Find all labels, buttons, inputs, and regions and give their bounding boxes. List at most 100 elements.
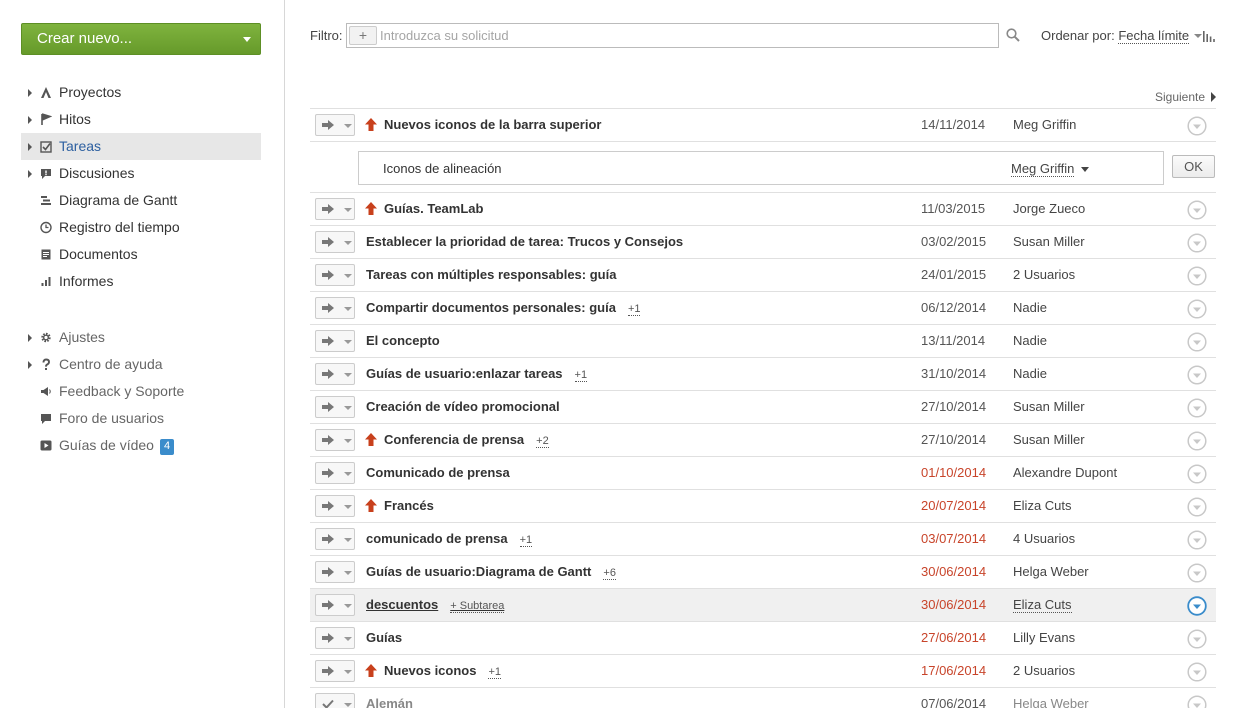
task-responsible[interactable]: Eliza Cuts xyxy=(1013,597,1072,613)
task-action-button[interactable] xyxy=(315,528,355,550)
task-title[interactable]: Establecer la prioridad de tarea: Trucos… xyxy=(366,234,683,249)
task-row[interactable]: Guías 27/06/2014 Lilly Evans xyxy=(310,621,1216,654)
task-row[interactable]: Francés 20/07/2014 Eliza Cuts xyxy=(310,489,1216,522)
chevron-down-icon[interactable] xyxy=(344,241,352,245)
sidebar-item-discussions[interactable]: Discusiones xyxy=(21,160,261,187)
task-title[interactable]: Nuevos iconos de la barra superior xyxy=(384,117,601,132)
task-row[interactable]: El concepto 13/11/2014 Nadie xyxy=(310,324,1216,357)
status-dropdown-icon[interactable] xyxy=(1187,266,1207,286)
task-title[interactable]: Alemán xyxy=(366,696,413,708)
sidebar-item-user-forum[interactable]: Foro de usuarios xyxy=(21,405,261,432)
sidebar-item-milestones[interactable]: Hitos xyxy=(21,106,261,133)
task-row[interactable]: Guías de usuario:enlazar tareas +1 31/10/2… xyxy=(310,357,1216,390)
task-row[interactable]: Nuevos iconos +1 17/06/2014 2 Usuarios xyxy=(310,654,1216,687)
chevron-down-icon[interactable] xyxy=(344,472,352,476)
chevron-down-icon[interactable] xyxy=(344,307,352,311)
sort-order-icon[interactable] xyxy=(1203,31,1215,42)
task-title[interactable]: Nuevos iconos +1 xyxy=(384,663,502,679)
status-dropdown-icon[interactable] xyxy=(1187,200,1207,220)
task-action-button[interactable] xyxy=(315,627,355,649)
task-action-button[interactable] xyxy=(315,561,355,583)
task-row[interactable]: descuentos + Subtarea 30/06/2014 Eliza Cuts xyxy=(310,588,1216,621)
sidebar-item-video-guides[interactable]: Guías de vídeo 4 xyxy=(21,432,261,459)
task-title[interactable]: Compartir documentos personales: guía +1 xyxy=(366,300,641,316)
add-filter-button[interactable]: + xyxy=(349,26,377,45)
status-dropdown-icon[interactable] xyxy=(1187,332,1207,352)
expand-arrow-icon[interactable] xyxy=(28,89,32,97)
task-extra-link[interactable]: +6 xyxy=(603,567,616,580)
status-dropdown-icon[interactable] xyxy=(1187,629,1207,649)
next-page-link[interactable]: Siguiente xyxy=(1155,90,1217,104)
task-row[interactable]: Tareas con múltiples responsables: guía 2… xyxy=(310,258,1216,291)
task-extra-link[interactable]: +2 xyxy=(536,435,549,448)
task-row[interactable]: Nuevos iconos de la barra superior 14/11/… xyxy=(310,108,1216,141)
status-dropdown-icon[interactable] xyxy=(1187,398,1207,418)
task-action-button[interactable] xyxy=(315,198,355,220)
task-title[interactable]: Tareas con múltiples responsables: guía xyxy=(366,267,616,282)
status-dropdown-icon[interactable] xyxy=(1187,365,1207,385)
chevron-down-icon[interactable] xyxy=(243,37,251,42)
status-dropdown-icon[interactable] xyxy=(1187,563,1207,583)
chevron-down-icon[interactable] xyxy=(344,670,352,674)
sidebar-item-feedback[interactable]: Feedback y Soporte xyxy=(21,378,261,405)
task-title[interactable]: Guías de usuario:Diagrama de Gantt +6 xyxy=(366,564,616,580)
task-action-button[interactable] xyxy=(315,231,355,253)
task-extra-link[interactable]: + Subtarea xyxy=(450,600,505,613)
task-row[interactable]: Creación de vídeo promocional 27/10/2014 S… xyxy=(310,390,1216,423)
expand-arrow-icon[interactable] xyxy=(28,116,32,124)
task-title[interactable]: El concepto xyxy=(366,333,440,348)
sidebar-item-gantt[interactable]: Diagrama de Gantt xyxy=(21,187,261,214)
sidebar-item-settings[interactable]: Ajustes xyxy=(21,324,261,351)
chevron-down-icon[interactable] xyxy=(1081,167,1089,172)
subtask-responsible-select[interactable]: Meg Griffin xyxy=(1011,161,1075,177)
chevron-down-icon[interactable] xyxy=(344,406,352,410)
sidebar-item-help-center[interactable]: Centro de ayuda xyxy=(21,351,261,378)
task-row[interactable]: Establecer la prioridad de tarea: Trucos… xyxy=(310,225,1216,258)
task-action-button[interactable] xyxy=(315,114,355,136)
chevron-down-icon[interactable] xyxy=(344,373,352,377)
chevron-down-icon[interactable] xyxy=(344,604,352,608)
task-action-button[interactable] xyxy=(315,660,355,682)
chevron-down-icon[interactable] xyxy=(344,538,352,542)
expand-arrow-icon[interactable] xyxy=(28,143,32,151)
expand-arrow-icon[interactable] xyxy=(28,334,32,342)
task-title[interactable]: descuentos + Subtarea xyxy=(366,597,505,613)
task-action-button[interactable] xyxy=(315,594,355,616)
sidebar-item-reports[interactable]: Informes xyxy=(21,268,261,295)
status-dropdown-icon[interactable] xyxy=(1187,116,1207,136)
chevron-down-icon[interactable] xyxy=(344,637,352,641)
task-action-button[interactable] xyxy=(315,495,355,517)
chevron-down-icon[interactable] xyxy=(344,274,352,278)
chevron-down-icon[interactable] xyxy=(344,703,352,707)
chevron-down-icon[interactable] xyxy=(1194,34,1203,38)
task-title[interactable]: Conferencia de prensa +2 xyxy=(384,432,549,448)
sort-select[interactable]: Fecha límite xyxy=(1118,28,1190,44)
sidebar-item-time-tracking[interactable]: Registro del tiempo xyxy=(21,214,261,241)
task-row[interactable]: Comunicado de prensa 01/10/2014 Alexandre … xyxy=(310,456,1216,489)
sidebar-item-tasks[interactable]: Tareas xyxy=(21,133,261,160)
search-icon[interactable] xyxy=(1006,28,1020,42)
chevron-down-icon[interactable] xyxy=(344,571,352,575)
task-action-button[interactable] xyxy=(315,429,355,451)
chevron-down-icon[interactable] xyxy=(344,505,352,509)
status-dropdown-icon[interactable] xyxy=(1187,695,1207,708)
task-title[interactable]: Guías xyxy=(366,630,402,645)
task-title[interactable]: comunicado de prensa +1 xyxy=(366,531,533,547)
task-row[interactable]: Compartir documentos personales: guía +1 0… xyxy=(310,291,1216,324)
task-action-button[interactable] xyxy=(315,693,355,708)
task-extra-link[interactable]: +1 xyxy=(519,534,533,547)
task-row[interactable]: Guías. TeamLab 11/03/2015 Jorge Zueco xyxy=(310,192,1216,225)
chevron-down-icon[interactable] xyxy=(344,208,352,212)
filter-input[interactable] xyxy=(380,26,990,45)
status-dropdown-icon[interactable] xyxy=(1187,662,1207,682)
status-dropdown-icon[interactable] xyxy=(1187,431,1207,451)
task-row[interactable]: Alemán 07/06/2014 Helga Weber xyxy=(310,687,1216,708)
task-title[interactable]: Guías. TeamLab xyxy=(384,201,483,216)
status-dropdown-icon[interactable] xyxy=(1187,299,1207,319)
status-dropdown-icon[interactable] xyxy=(1187,497,1207,517)
task-title[interactable]: Creación de vídeo promocional xyxy=(366,399,560,414)
task-title[interactable]: Francés xyxy=(384,498,434,513)
ok-button[interactable]: OK xyxy=(1172,155,1215,178)
chevron-down-icon[interactable] xyxy=(344,439,352,443)
task-extra-link[interactable]: +1 xyxy=(574,369,588,382)
